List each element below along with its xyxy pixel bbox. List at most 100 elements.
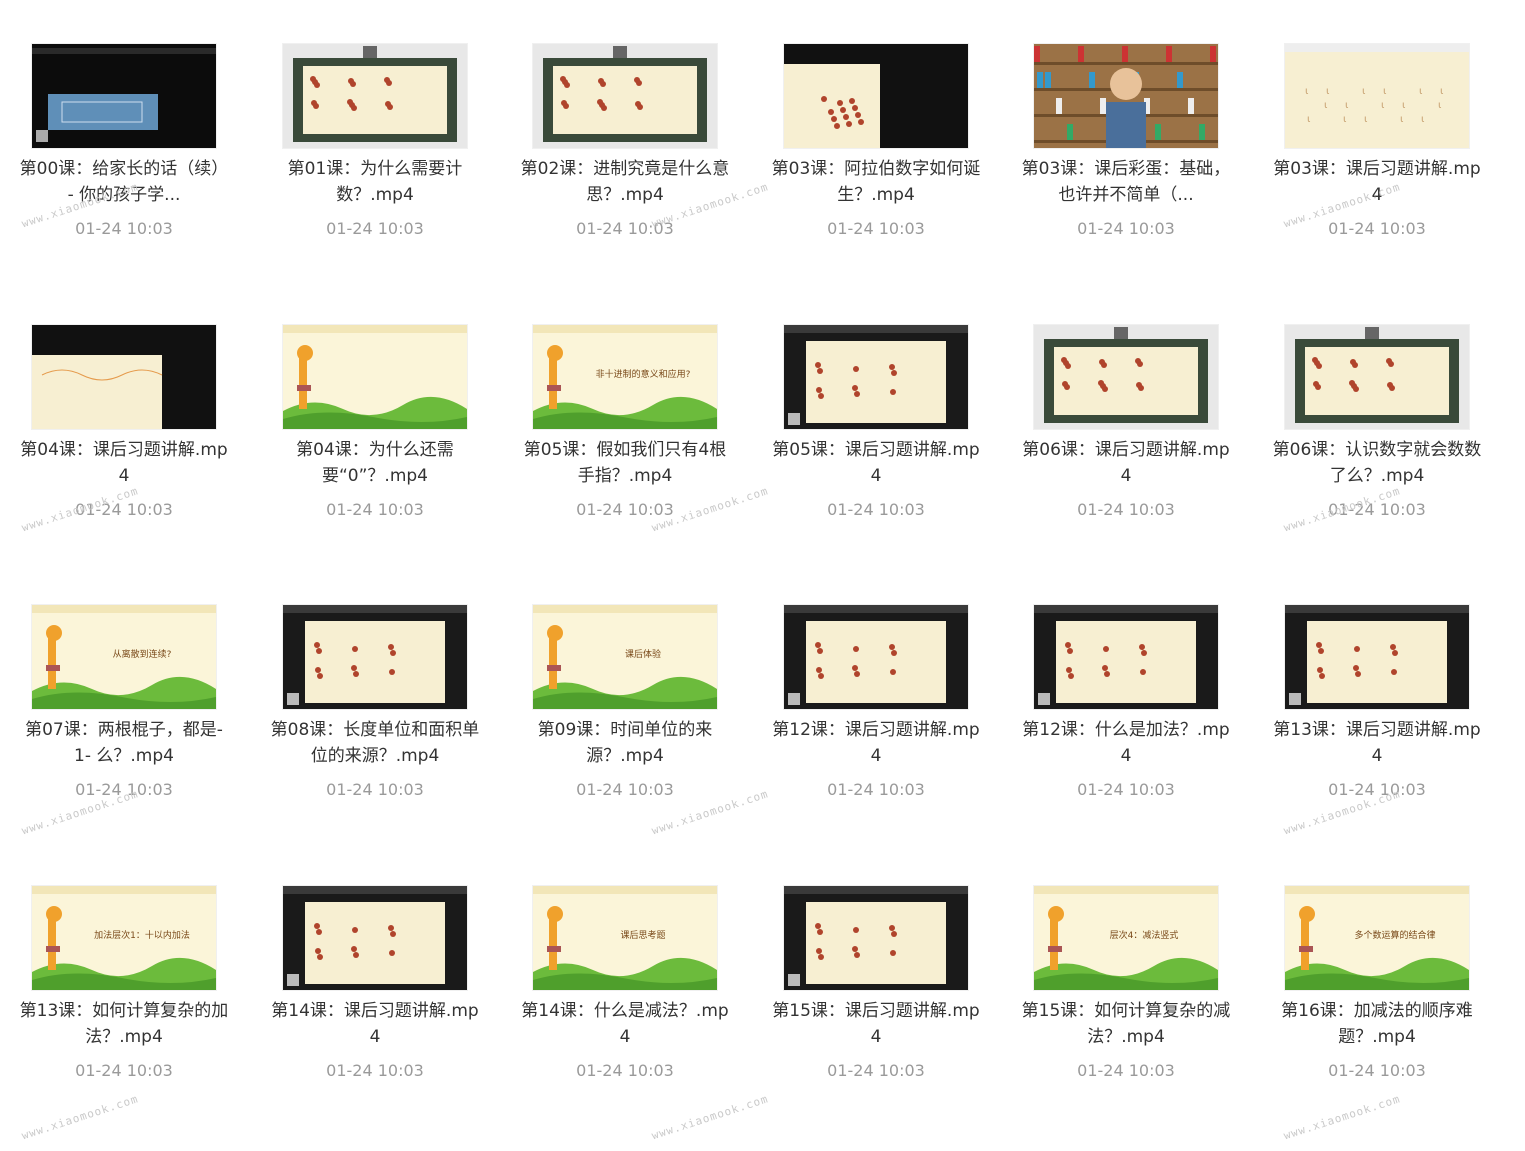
- file-name[interactable]: 第14课：课后习题讲解.mp4: [269, 998, 481, 1050]
- video-thumbnail[interactable]: [1034, 325, 1218, 429]
- thumbnail-image: [784, 44, 968, 148]
- file-name[interactable]: 第14课：什么是减法？.mp4: [519, 998, 731, 1050]
- modified-date: 01-24 10:03: [75, 219, 173, 238]
- modified-date: 01-24 10:03: [326, 780, 424, 799]
- file-name[interactable]: 第06课：课后习题讲解.mp4: [1020, 437, 1232, 489]
- modified-date: 01-24 10:03: [75, 1061, 173, 1080]
- video-thumbnail[interactable]: [32, 325, 216, 429]
- video-file-card[interactable]: 第08课：长度单位和面积单位的来源？.mp4 01-24 10:03: [269, 593, 489, 843]
- svg-text:课后思考题: 课后思考题: [620, 930, 665, 941]
- file-name[interactable]: 第15课：如何计算复杂的减法？.mp4: [1020, 998, 1232, 1050]
- thumbnail-image: 非十进制的意义和应用?: [533, 325, 717, 429]
- file-name[interactable]: 第12课：什么是加法？.mp4: [1020, 717, 1232, 769]
- video-thumbnail[interactable]: [1285, 605, 1469, 709]
- video-file-card[interactable]: 第12课：课后习题讲解.mp4 01-24 10:03: [770, 593, 990, 843]
- video-thumbnail[interactable]: 课后思考题: [533, 886, 717, 990]
- file-name[interactable]: 第00课：给家长的话（续）- 你的孩子学...: [18, 156, 230, 208]
- file-name[interactable]: 第09课：时间单位的来源？.mp4: [519, 717, 731, 769]
- video-file-card[interactable]: 第04课：为什么还需要“0”？.mp4 01-24 10:03: [269, 313, 489, 563]
- file-name[interactable]: 第15课：课后习题讲解.mp4: [770, 998, 982, 1050]
- video-file-card[interactable]: 第04课：课后习题讲解.mp4 01-24 10:03: [18, 313, 238, 563]
- thumbnail-image: ɩɩɩɩɩɩɩɩɩɩɩɩɩɩɩɩ: [1285, 44, 1469, 148]
- file-name[interactable]: 第03课：课后彩蛋：基础，也许并不简单（...: [1020, 156, 1232, 208]
- thumbnail-image: [32, 325, 216, 429]
- modified-date: 01-24 10:03: [576, 1061, 674, 1080]
- file-name[interactable]: 第05课：课后习题讲解.mp4: [770, 437, 982, 489]
- video-thumbnail[interactable]: [1034, 44, 1218, 148]
- file-name[interactable]: 第04课：为什么还需要“0”？.mp4: [269, 437, 481, 489]
- video-thumbnail[interactable]: [32, 44, 216, 148]
- file-name[interactable]: 第13课：课后习题讲解.mp4: [1271, 717, 1483, 769]
- video-thumbnail[interactable]: [283, 44, 467, 148]
- video-file-card[interactable]: 第03课：阿拉伯数字如何诞生？.mp4 01-24 10:03: [770, 32, 990, 282]
- modified-date: 01-24 10:03: [827, 219, 925, 238]
- thumbnail-image: 多个数运算的结合律: [1285, 886, 1469, 990]
- video-thumbnail[interactable]: 加法层次1：十以内加法: [32, 886, 216, 990]
- video-thumbnail[interactable]: 非十进制的意义和应用?: [533, 325, 717, 429]
- video-thumbnail[interactable]: 课后体验: [533, 605, 717, 709]
- file-name[interactable]: 第12课：课后习题讲解.mp4: [770, 717, 982, 769]
- video-file-card[interactable]: 层次4：减法竖式 第15课：如何计算复杂的减法？.mp4 01-24 10:03: [1020, 874, 1240, 1124]
- video-file-card[interactable]: 第03课：课后彩蛋：基础，也许并不简单（... 01-24 10:03: [1020, 32, 1240, 282]
- video-file-card[interactable]: 第13课：课后习题讲解.mp4 01-24 10:03: [1271, 593, 1491, 843]
- video-thumbnail[interactable]: [1285, 325, 1469, 429]
- modified-date: 01-24 10:03: [1328, 1061, 1426, 1080]
- video-file-card[interactable]: 加法层次1：十以内加法第13课：如何计算复杂的加法？.mp4 01-24 10:0…: [18, 874, 238, 1124]
- thumbnail-image: [1285, 605, 1469, 709]
- svg-text:加法层次1：十以内加法: 加法层次1：十以内加法: [94, 929, 190, 941]
- video-file-card[interactable]: 第12课：什么是加法？.mp4 01-24 10:03: [1020, 593, 1240, 843]
- video-file-card[interactable]: 第06课：认识数字就会数数了么？.mp4 01-24 10:03: [1271, 313, 1491, 563]
- file-name[interactable]: 第01课：为什么需要计数？.mp4: [269, 156, 481, 208]
- video-file-card[interactable]: 第02课：进制究竟是什么意思？.mp4 01-24 10:03: [519, 32, 739, 282]
- video-thumbnail[interactable]: [784, 44, 968, 148]
- video-file-card[interactable]: 第00课：给家长的话（续）- 你的孩子学... 01-24 10:03: [18, 32, 238, 282]
- file-name[interactable]: 第02课：进制究竟是什么意思？.mp4: [519, 156, 731, 208]
- thumbnail-image: 课后思考题: [533, 886, 717, 990]
- thumbnail-image: 层次4：减法竖式: [1034, 886, 1218, 990]
- modified-date: 01-24 10:03: [1328, 219, 1426, 238]
- thumbnail-image: [533, 44, 717, 148]
- video-file-card[interactable]: 从离散到连续? 第07课：两根棍子，都是- 1- 么？.mp4 01-24 10:0…: [18, 593, 238, 843]
- file-name[interactable]: 第08课：长度单位和面积单位的来源？.mp4: [269, 717, 481, 769]
- video-thumbnail[interactable]: [283, 325, 467, 429]
- video-file-card[interactable]: 非十进制的意义和应用? 第05课：假如我们只有4根手指？.mp4 01-24 10:…: [519, 313, 739, 563]
- video-file-card[interactable]: 第05课：课后习题讲解.mp4 01-24 10:03: [770, 313, 990, 563]
- modified-date: 01-24 10:03: [576, 219, 674, 238]
- file-name[interactable]: 第13课：如何计算复杂的加法？.mp4: [18, 998, 230, 1050]
- modified-date: 01-24 10:03: [75, 500, 173, 519]
- video-thumbnail[interactable]: [784, 886, 968, 990]
- svg-text:层次4：减法竖式: 层次4：减法竖式: [1110, 929, 1179, 941]
- video-thumbnail[interactable]: ɩɩɩɩɩɩɩɩɩɩɩɩɩɩɩɩ: [1285, 44, 1469, 148]
- file-name[interactable]: 第07课：两根棍子，都是- 1- 么？.mp4: [18, 717, 230, 769]
- thumbnail-image: 加法层次1：十以内加法: [32, 886, 216, 990]
- modified-date: 01-24 10:03: [1077, 219, 1175, 238]
- file-name[interactable]: 第16课：加减法的顺序难题？.mp4: [1271, 998, 1483, 1050]
- thumbnail-image: [1034, 325, 1218, 429]
- video-thumbnail[interactable]: [283, 605, 467, 709]
- thumbnail-image: [32, 44, 216, 148]
- file-name[interactable]: 第03课：课后习题讲解.mp4: [1271, 156, 1483, 208]
- video-file-card[interactable]: 课后体验 第09课：时间单位的来源？.mp4 01-24 10:03: [519, 593, 739, 843]
- file-name[interactable]: 第03课：阿拉伯数字如何诞生？.mp4: [770, 156, 982, 208]
- video-thumbnail[interactable]: [784, 605, 968, 709]
- video-thumbnail[interactable]: [784, 325, 968, 429]
- video-file-card[interactable]: 第14课：课后习题讲解.mp4 01-24 10:03: [269, 874, 489, 1124]
- file-name[interactable]: 第04课：课后习题讲解.mp4: [18, 437, 230, 489]
- video-file-card[interactable]: 多个数运算的结合律第16课：加减法的顺序难题？.mp4 01-24 10:03: [1271, 874, 1491, 1124]
- video-thumbnail[interactable]: 从离散到连续?: [32, 605, 216, 709]
- video-file-card[interactable]: ɩ ɩ ɩ ɩ ɩ ɩ ɩ ɩ ɩ ɩ ɩ ɩ ɩ ɩ ɩ ɩ 第03课：课后习题讲解.mp4 01-24 10:…: [1271, 32, 1491, 282]
- video-thumbnail[interactable]: [283, 886, 467, 990]
- file-name[interactable]: 第05课：假如我们只有4根手指？.mp4: [519, 437, 731, 489]
- video-thumbnail[interactable]: 多个数运算的结合律: [1285, 886, 1469, 990]
- thumbnail-image: 从离散到连续?: [32, 605, 216, 709]
- file-name[interactable]: 第06课：认识数字就会数数了么？.mp4: [1271, 437, 1483, 489]
- video-thumbnail[interactable]: [1034, 605, 1218, 709]
- video-file-card[interactable]: 第06课：课后习题讲解.mp4 01-24 10:03: [1020, 313, 1240, 563]
- modified-date: 01-24 10:03: [827, 780, 925, 799]
- thumbnail-image: 课后体验: [533, 605, 717, 709]
- video-file-card[interactable]: 课后思考题第14课：什么是减法？.mp4 01-24 10:03: [519, 874, 739, 1124]
- video-thumbnail[interactable]: [533, 44, 717, 148]
- video-file-card[interactable]: 第15课：课后习题讲解.mp4 01-24 10:03: [770, 874, 990, 1124]
- video-thumbnail[interactable]: 层次4：减法竖式: [1034, 886, 1218, 990]
- video-file-card[interactable]: 第01课：为什么需要计数？.mp4 01-24 10:03: [269, 32, 489, 282]
